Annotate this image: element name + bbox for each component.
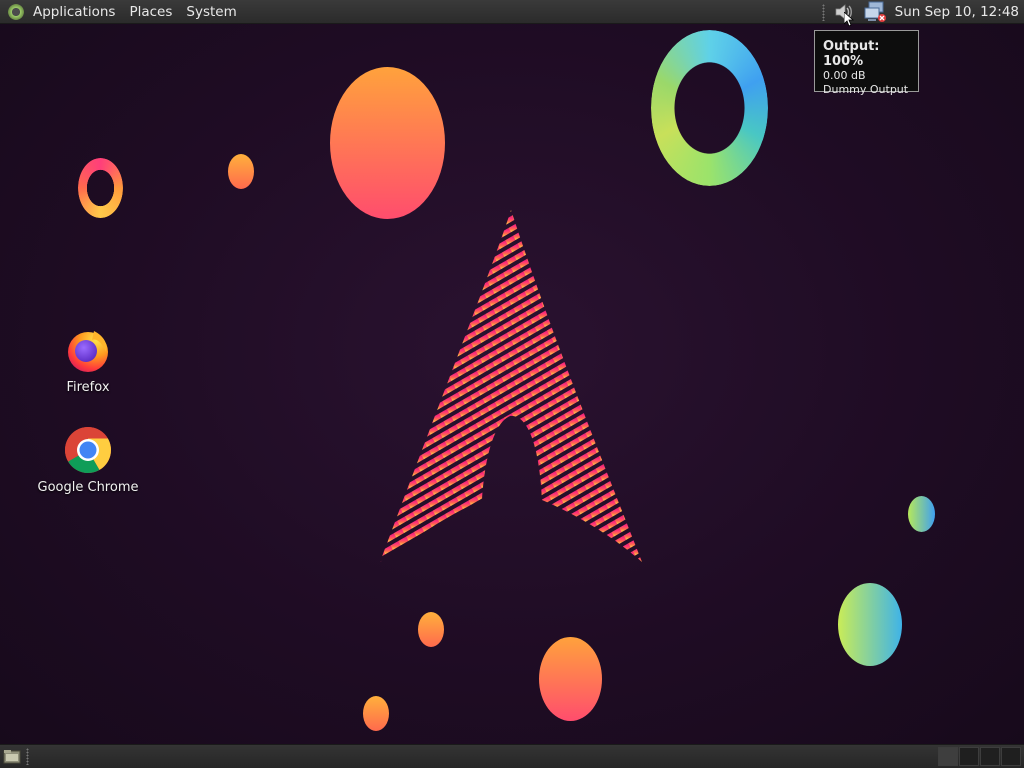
wallpaper-bubble (363, 696, 389, 731)
bottom-panel (0, 744, 1024, 768)
desktop-icon-firefox[interactable]: Firefox (33, 326, 143, 396)
menu-applications[interactable]: Applications (26, 0, 122, 24)
wallpaper-bubble (330, 67, 445, 219)
workspace-2[interactable] (959, 747, 979, 766)
volume-tooltip: Output: 100% 0.00 dB Dummy Output (814, 30, 919, 96)
desktop-wallpaper: Firefox Google Chrome (0, 24, 1024, 744)
tooltip-level: 0.00 dB (823, 69, 866, 82)
menu-system[interactable]: System (179, 0, 243, 24)
wallpaper-bubble (228, 154, 254, 189)
show-desktop-button[interactable] (3, 749, 21, 764)
arch-logo (380, 210, 642, 562)
workspace-1[interactable] (938, 747, 958, 766)
firefox-icon (64, 326, 112, 374)
mouse-cursor-icon (843, 11, 854, 27)
tooltip-device: Dummy Output (823, 83, 909, 96)
wallpaper-bubble (838, 583, 902, 666)
workspace-4[interactable] (1001, 747, 1021, 766)
tooltip-title: Output: 100% (823, 39, 880, 69)
wallpaper-ring (78, 158, 123, 218)
wallpaper-bubble (539, 637, 602, 721)
wallpaper-bubble (908, 496, 935, 532)
top-panel: Applications Places System Sun Sep 10, 1… (0, 0, 1024, 27)
network-icon[interactable] (863, 1, 887, 23)
tray-handle (821, 3, 825, 21)
chrome-icon (64, 426, 112, 474)
wallpaper-bubble (418, 612, 444, 647)
menu-places[interactable]: Places (122, 0, 179, 24)
desktop-icon-label: Firefox (66, 380, 110, 395)
wallpaper-ring (651, 30, 768, 186)
clock[interactable]: Sun Sep 10, 12:48 (887, 4, 1024, 20)
desktop-icon-label: Google Chrome (37, 480, 139, 495)
workspace-3[interactable] (980, 747, 1000, 766)
panel-handle (26, 748, 29, 765)
desktop-icon-chrome[interactable]: Google Chrome (33, 426, 143, 496)
menu-logo-icon[interactable] (8, 3, 24, 20)
system-tray: Sun Sep 10, 12:48 (821, 0, 1024, 27)
